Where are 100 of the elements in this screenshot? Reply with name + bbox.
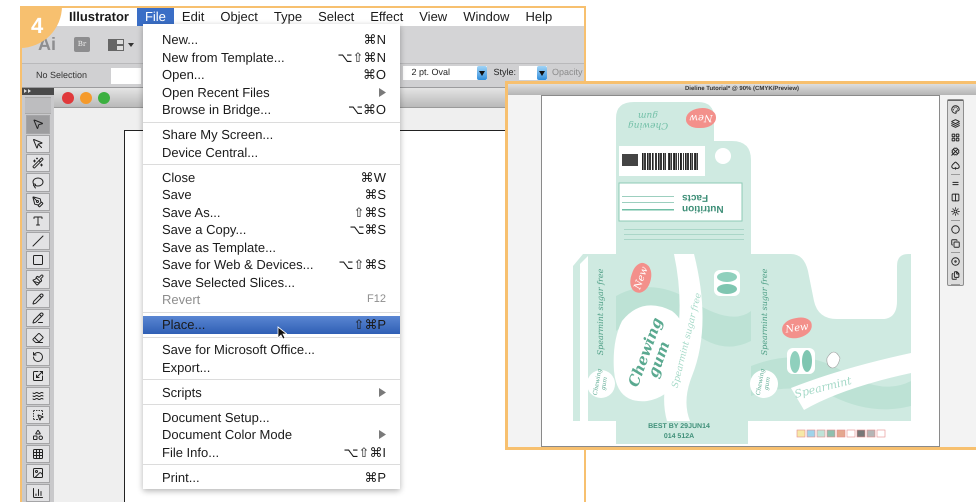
side-panel-label: Spearmint sugar free [595, 268, 606, 358]
menu-item-label: Browse in Bridge... [162, 101, 272, 118]
dropdown-caret-icon [537, 66, 547, 80]
lines-icon[interactable] [951, 179, 960, 188]
menu-item-label: Open... [162, 66, 205, 84]
menu-item-label: Share My Screen... [162, 126, 274, 144]
columns-icon[interactable] [951, 193, 960, 202]
tool-button[interactable] [26, 154, 50, 172]
layout-icon[interactable] [108, 38, 134, 50]
shortcut-text: ⌘P [364, 468, 386, 486]
tool-button[interactable] [26, 270, 50, 289]
image-icon [32, 467, 44, 480]
menu-item-label: Close [162, 168, 196, 186]
tool-button[interactable] [26, 115, 50, 134]
menu-item[interactable]: New... ⌘N [143, 31, 400, 48]
tool-button[interactable] [26, 386, 50, 406]
tool-button[interactable] [26, 406, 50, 424]
spade-icon[interactable] [951, 161, 960, 170]
menu-item[interactable]: Share My Screen... [143, 126, 400, 144]
menu-bar-item[interactable]: Type [266, 8, 310, 26]
menu-bar-item[interactable]: Help [517, 8, 560, 26]
menu-item[interactable]: Save for Web & Devices... ⌥⇧⌘S [143, 256, 400, 274]
tool-button[interactable] [26, 232, 50, 250]
layers-icon[interactable] [951, 119, 960, 128]
menu-item[interactable]: Document Setup... [143, 408, 400, 426]
menu-item-label: Save as Template... [162, 238, 276, 256]
menu-item[interactable]: Print... ⌘P [143, 468, 400, 486]
tool-button[interactable] [26, 367, 50, 386]
sun-icon[interactable] [951, 207, 960, 216]
style-label: Style: [493, 66, 516, 80]
palette-icon[interactable] [951, 105, 960, 114]
menu-item[interactable]: Save As... ⇧⌘S [143, 204, 400, 221]
tool-button[interactable] [26, 425, 50, 444]
menu-item[interactable]: Export... [143, 358, 400, 376]
files-icon[interactable] [951, 271, 960, 280]
menu-item-label: Save [162, 186, 192, 204]
close-button[interactable] [62, 92, 74, 104]
menu-item-label: Document Color Mode [162, 426, 292, 444]
opacity-label: Opacity [552, 66, 584, 80]
menu-item[interactable]: Browse in Bridge... ⌥⌘O [143, 101, 400, 118]
clover-icon[interactable] [951, 147, 960, 156]
tool-button[interactable] [26, 348, 50, 366]
style-dropdown[interactable] [519, 66, 547, 80]
menu-bar-item[interactable]: Select [310, 8, 362, 26]
menu-item[interactable]: Open... ⌘O [143, 66, 400, 84]
menu-bar-item[interactable]: Edit [174, 8, 212, 26]
menu-item[interactable]: Open Recent Files [143, 84, 400, 101]
fill-field[interactable] [111, 68, 142, 84]
menu-item[interactable]: Document Color Mode [143, 426, 400, 444]
tool-button[interactable] [26, 212, 50, 231]
menu-item-label: New from Template... [162, 48, 285, 66]
menu-item[interactable]: New from Template... ⌥⇧⌘N [143, 48, 400, 66]
mesh-grid-icon [32, 448, 44, 460]
disc-icon[interactable] [951, 257, 960, 266]
menu-item[interactable]: Save as Template... [143, 238, 400, 256]
tool-button[interactable] [26, 250, 50, 270]
tool-button[interactable] [26, 484, 50, 502]
tool-button[interactable] [26, 290, 50, 308]
tool-button[interactable] [26, 134, 50, 153]
menu-item-label: Scripts [162, 384, 202, 401]
panel-grip[interactable] [25, 96, 51, 114]
direct-selection-icon [32, 138, 44, 150]
brush-dropdown[interactable]: 2 pt. Oval [403, 66, 488, 80]
graph-icon [32, 486, 44, 499]
menu-item[interactable]: Scripts [143, 384, 400, 401]
shortcut-text: ⌘W [360, 168, 386, 186]
tool-button[interactable] [26, 328, 50, 347]
tool-button[interactable] [26, 444, 50, 464]
menu-item[interactable]: Save a Copy... ⌥⌘S [143, 221, 400, 238]
menu-bar-item[interactable]: Effect [362, 8, 412, 26]
menu-bar-item[interactable]: Object [212, 8, 266, 26]
menu-item[interactable]: Save for Microsoft Office... [143, 341, 400, 358]
menu-item[interactable]: Save ⌘S [143, 186, 400, 204]
lasso-icon [32, 176, 44, 189]
menu-bar-item[interactable]: File [136, 8, 174, 26]
menu-bar-item[interactable]: View [411, 8, 456, 26]
menu-item[interactable]: Close ⌘W [143, 168, 400, 186]
menu-bar-item[interactable]: Window [455, 8, 518, 26]
circle-icon[interactable] [951, 225, 960, 234]
copy-icon[interactable] [951, 239, 960, 248]
tool-button[interactable] [26, 192, 50, 212]
top-flap-label: Chewing gum [626, 110, 670, 130]
menu-item-label: New... [162, 31, 198, 48]
grid-icon[interactable] [951, 133, 960, 142]
free-transform-icon [32, 409, 44, 422]
menu-item-label: Save for Web & Devices... [162, 256, 314, 274]
shortcut-text: ⌘S [364, 186, 386, 204]
mouse-pointer-icon [277, 326, 287, 340]
menu-item[interactable]: Place... ⇧⌘P [143, 316, 400, 334]
menu-bar-item[interactable]: Illustrator [61, 8, 137, 26]
menu-item-label: Revert [162, 291, 200, 308]
menu-item[interactable]: File Info... ⌥⇧⌘I [143, 444, 400, 461]
collapse-arrows-icon[interactable] [24, 89, 31, 94]
shortcut-text: ⇧⌘S [353, 204, 386, 221]
rectangle-icon [32, 254, 44, 266]
menu-item[interactable]: Device Central... [143, 144, 400, 161]
tool-button[interactable] [26, 309, 50, 328]
tool-button[interactable] [26, 464, 50, 483]
menu-item[interactable]: Save Selected Slices... [143, 274, 400, 291]
tool-button[interactable] [26, 173, 50, 192]
